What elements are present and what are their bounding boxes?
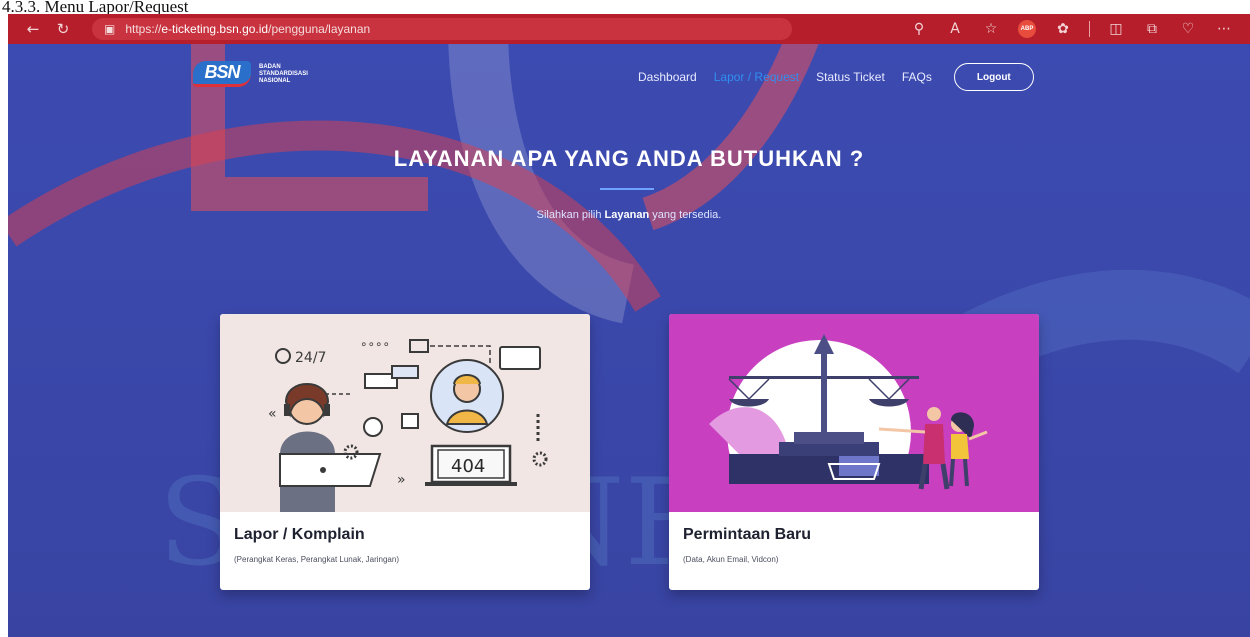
nav-status-ticket[interactable]: Status Ticket: [816, 70, 885, 84]
health-icon[interactable]: ♡: [1172, 21, 1204, 37]
nav-links: Dashboard Lapor / Request Status Ticket …: [638, 63, 1034, 91]
title-underline: [600, 188, 654, 190]
browser-window: ← ↻ ▣ https://e-ticketing.bsn.go.id/peng…: [8, 14, 1250, 637]
zoom-icon[interactable]: ⚲: [903, 21, 935, 37]
split-screen-icon[interactable]: ◫: [1100, 21, 1132, 37]
card-lapor-komplain[interactable]: 24/7 ∘∘∘∘ « 404 » Lapor / Komplain (Pera…: [220, 314, 590, 590]
illustration-404-text: 404: [451, 456, 485, 477]
svg-text:«: «: [268, 406, 277, 422]
justice-scale-illustration: [669, 314, 1039, 512]
helpdesk-illustration: 24/7 ∘∘∘∘ « 404 »: [220, 314, 590, 512]
illustration-24-7-text: 24/7: [295, 350, 326, 366]
more-icon[interactable]: ⋯: [1208, 21, 1240, 37]
page-title: LAYANAN APA YANG ANDA BUTUHKAN ?: [393, 146, 865, 171]
lock-icon: ▣: [104, 22, 116, 36]
card-body: Permintaan Baru (Data, Akun Email, Vidco…: [669, 512, 1039, 590]
refresh-icon[interactable]: ↻: [48, 20, 78, 38]
card-title: Permintaan Baru: [683, 526, 812, 543]
bsn-logo-mark: BSN: [193, 61, 251, 87]
nav-lapor-request[interactable]: Lapor / Request: [714, 70, 799, 84]
collections-icon[interactable]: ⧉: [1136, 21, 1168, 37]
address-bar[interactable]: ▣ https://e-ticketing.bsn.go.id/pengguna…: [92, 18, 792, 40]
adblock-icon[interactable]: ABP: [1018, 20, 1036, 38]
web-page: STT - NF BSN BADAN STANDARDISASI NASIONA…: [8, 44, 1250, 637]
read-aloud-icon[interactable]: A: [939, 21, 971, 37]
logo-line-3: NASIONAL: [259, 77, 291, 84]
svg-text:∘∘∘∘: ∘∘∘∘: [360, 337, 390, 351]
svg-text:»: »: [397, 472, 406, 488]
card-title: Lapor / Komplain: [234, 526, 365, 543]
url-prefix: https://: [125, 22, 162, 36]
card-body: Lapor / Komplain (Perangkat Keras, Peran…: [220, 512, 590, 590]
bsn-logo[interactable]: BSN BADAN STANDARDISASI NASIONAL: [193, 61, 339, 87]
url-host: e-ticketing.bsn.go.id: [161, 22, 269, 36]
subtitle-after: yang tersedia.: [649, 209, 722, 221]
nav-faqs[interactable]: FAQs: [902, 70, 932, 84]
site-navbar: BSN BADAN STANDARDISASI NASIONAL Dashboa…: [8, 44, 1250, 104]
logo-line-1: BADAN: [259, 63, 281, 70]
url-path: /pengguna/layanan: [268, 22, 371, 36]
toolbar-divider: [1089, 21, 1090, 37]
nav-dashboard[interactable]: Dashboard: [638, 70, 697, 84]
browser-toolbar: ← ↻ ▣ https://e-ticketing.bsn.go.id/peng…: [8, 14, 1250, 44]
back-arrow-icon[interactable]: ←: [18, 20, 48, 38]
card-description: (Perangkat Keras, Perangkat Lunak, Jarin…: [234, 555, 399, 564]
card-description: (Data, Akun Email, Vidcon): [683, 555, 779, 564]
favorite-star-icon[interactable]: ☆: [975, 21, 1007, 37]
logout-button[interactable]: Logout: [953, 63, 1034, 91]
card-permintaan-baru[interactable]: Permintaan Baru (Data, Akun Email, Vidco…: [669, 314, 1039, 590]
subtitle-bold: Layanan: [604, 209, 650, 221]
extensions-icon[interactable]: ✿: [1047, 21, 1079, 37]
document-caption: 4.3.3. Menu Lapor/Request: [0, 0, 1250, 14]
bsn-logo-text: BADAN STANDARDISASI NASIONAL: [259, 64, 339, 85]
subtitle-before: Silahkan pilih: [536, 209, 605, 221]
page-subtitle: Silahkan pilih Layanan yang tersedia.: [8, 209, 1250, 221]
watermark-graphic: STT - NF: [8, 44, 1250, 593]
logo-line-2: STANDARDISASI: [259, 70, 308, 77]
